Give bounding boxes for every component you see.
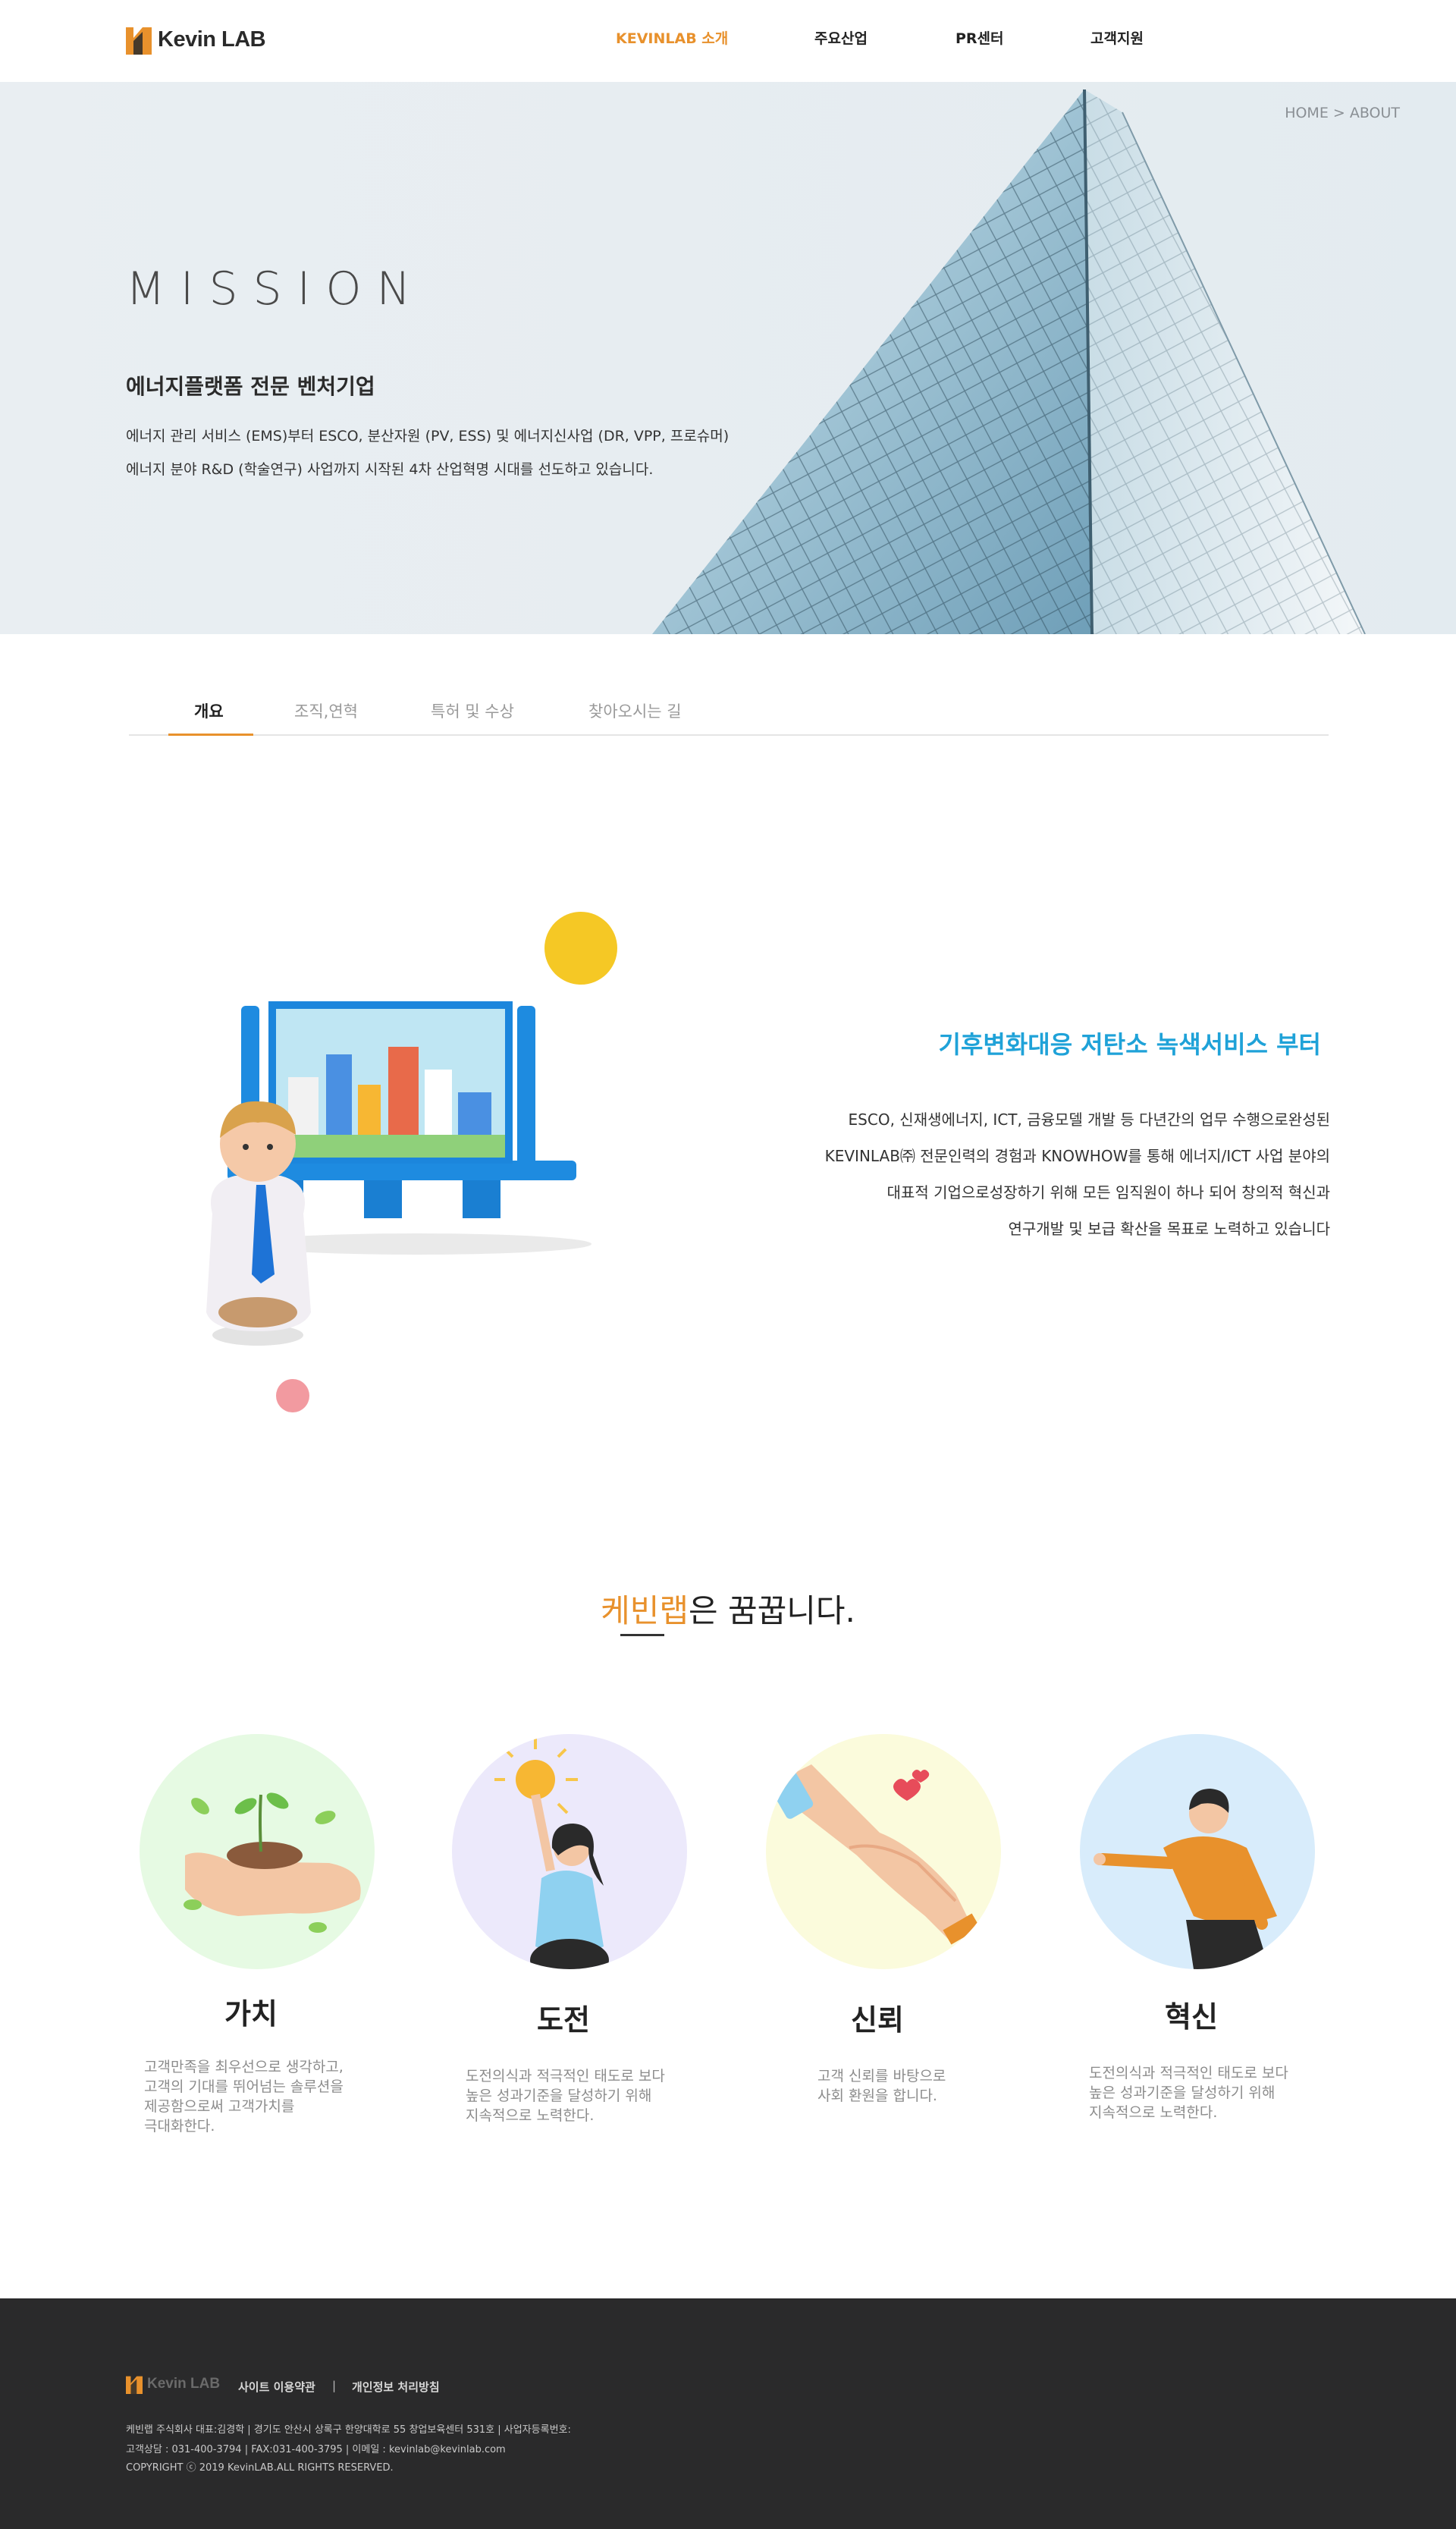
intro-text-line: 연구개발 및 보급 확산을 목표로 노력하고 있습니다: [1008, 1220, 1330, 1238]
plant-in-hand-icon: [184, 1792, 361, 1933]
value-description-line: 고객 신뢰를 바탕으로: [817, 2068, 946, 2084]
decorative-pink-circle: [276, 1379, 309, 1412]
section-title-rest: 은 꿈꿉니다.: [689, 1592, 855, 1629]
value-title: 도전: [537, 2003, 590, 2037]
sub-navigation-tabs: 개요 조직,연혁 특허 및 수상 찾아오시는 길: [129, 683, 1329, 736]
man-presenting-icon: [1094, 1789, 1277, 1969]
footer-logo-text: Kevin LAB: [147, 2376, 221, 2392]
footer-company-info: 케빈랩 주식회사 대표:김경학 | 경기도 안산시 상록구 한양대학로 55 창…: [126, 2424, 571, 2436]
section-title: 케빈랩은 꿈꿉니다.: [0, 1585, 1456, 1632]
intro-text-line: 대표적 기업으로성장하기 위해 모든 임직원이 하나 되어 창의적 혁신과: [886, 1183, 1330, 1202]
value-description-line: 지속적으로 노력한다.: [466, 2107, 595, 2124]
footer-link-privacy[interactable]: 개인정보 처리방침: [352, 2379, 440, 2395]
footer-link-terms[interactable]: 사이트 이용약관: [238, 2379, 315, 2395]
value-title: 신뢰: [851, 2003, 904, 2037]
site-footer: Kevin LAB 사이트 이용약관 | 개인정보 처리방침 케빈랩 주식회사 …: [0, 2298, 1456, 2529]
value-title: 혁신: [1165, 2000, 1218, 2034]
page-title: MISSION: [126, 262, 426, 316]
footer-contact-info: 고객상담 : 031-400-3794 | FAX:031-400-3795 |…: [126, 2444, 506, 2455]
footer-copyright: COPYRIGHT ⓒ 2019 KevinLAB.ALL RIGHTS RES…: [126, 2462, 394, 2474]
value-circle: [766, 1734, 1001, 1969]
value-card-trust: 신뢰 고객 신뢰를 바탕으로 사회 환원을 합니다.: [752, 1729, 1003, 2154]
value-description-line: 고객만족을 최우선으로 생각하고,: [144, 2059, 344, 2075]
hero-description-line: 에너지 관리 서비스 (EMS)부터 ESCO, 분산자원 (PV, ESS) …: [126, 428, 730, 445]
value-card-challenge: 도전 도전의식과 적극적인 태도로 보다 높은 성과기준을 달성하기 위해 지속…: [438, 1729, 689, 2154]
value-description-line: 도전의식과 적극적인 태도로 보다: [466, 2068, 665, 2084]
value-description-line: 고객의 기대를 뛰어넘는 솔루션을: [144, 2078, 344, 2095]
value-title: 가치: [224, 1997, 278, 2031]
footer-logo[interactable]: Kevin LAB: [126, 2374, 220, 2394]
nav-item-industries[interactable]: 주요산업: [814, 27, 868, 48]
tab-directions[interactable]: 찾아오시는 길: [588, 699, 682, 722]
value-description-line: 도전의식과 적극적인 태도로 보다: [1089, 2065, 1288, 2081]
value-description-line: 높은 성과기준을 달성하기 위해: [466, 2088, 652, 2104]
hero-banner: HOME > ABOUT MISSION 에너지플랫폼 전문 벤처기업 에너지 …: [0, 82, 1456, 634]
tab-patents-awards[interactable]: 특허 및 수상: [431, 699, 514, 722]
intro-text-line: KEVINLAB㈜ 전문인력의 경험과 KNOWHOW를 통해 에너지/ICT …: [824, 1147, 1330, 1165]
woman-reaching-sun-icon: [494, 1739, 609, 1969]
value-description-line: 극대화한다.: [144, 2118, 215, 2135]
value-description-line: 사회 환원을 합니다.: [817, 2088, 937, 2104]
kevinlab-logo-icon: [126, 2376, 143, 2394]
logo[interactable]: Kevin LAB: [126, 23, 266, 56]
active-tab-indicator: [168, 734, 253, 736]
breadcrumb[interactable]: HOME > ABOUT: [1285, 105, 1400, 121]
value-circle: [1080, 1734, 1315, 1969]
hero-subtitle: 에너지플랫폼 전문 벤처기업: [126, 374, 375, 399]
handshake-icon: [767, 1764, 981, 1945]
intro-text-line: ESCO, 신재생에너지, ICT, 금융모델 개발 등 다년간의 업무 수행으…: [848, 1111, 1330, 1129]
value-card-value: 가치 고객만족을 최우선으로 생각하고, 고객의 기대를 뛰어넘는 솔루션을 제…: [126, 1729, 376, 2154]
tab-organization-history[interactable]: 조직,연혁: [294, 699, 358, 722]
value-description-line: 지속적으로 노력한다.: [1089, 2104, 1218, 2121]
glass-building-image: [652, 89, 1366, 634]
hero-description-line: 에너지 분야 R&D (학술연구) 사업까지 시작된 4차 산업혁명 시대를 선…: [126, 461, 654, 478]
value-circle: [140, 1734, 375, 1969]
nav-item-about[interactable]: KEVINLAB 소개: [616, 27, 728, 48]
footer-separator: |: [332, 2379, 337, 2392]
value-description-line: 높은 성과기준을 달성하기 위해: [1089, 2084, 1276, 2101]
tab-overview[interactable]: 개요: [194, 699, 224, 722]
value-card-innovation: 혁신 도전의식과 적극적인 태도로 보다 높은 성과기준을 달성하기 위해 지속…: [1066, 1729, 1316, 2154]
value-circle: [452, 1734, 687, 1969]
logo-text: Kevin LAB: [158, 27, 266, 52]
intro-heading: 기후변화대응 저탄소 녹색서비스 부터: [938, 1030, 1321, 1059]
site-header: Kevin LAB KEVINLAB 소개 주요산업 PR센터 고객지원: [0, 0, 1456, 82]
man-with-city-screen-illustration: [206, 1001, 592, 1346]
nav-item-support[interactable]: 고객지원: [1090, 27, 1144, 48]
decorative-yellow-circle: [544, 912, 617, 985]
section-title-underline: [620, 1634, 664, 1636]
value-description-line: 제공함으로써 고객가치를: [144, 2098, 295, 2115]
nav-item-pr-center[interactable]: PR센터: [956, 27, 1004, 48]
section-title-highlight: 케빈랩: [601, 1592, 689, 1629]
kevinlab-logo-icon: [126, 27, 152, 55]
